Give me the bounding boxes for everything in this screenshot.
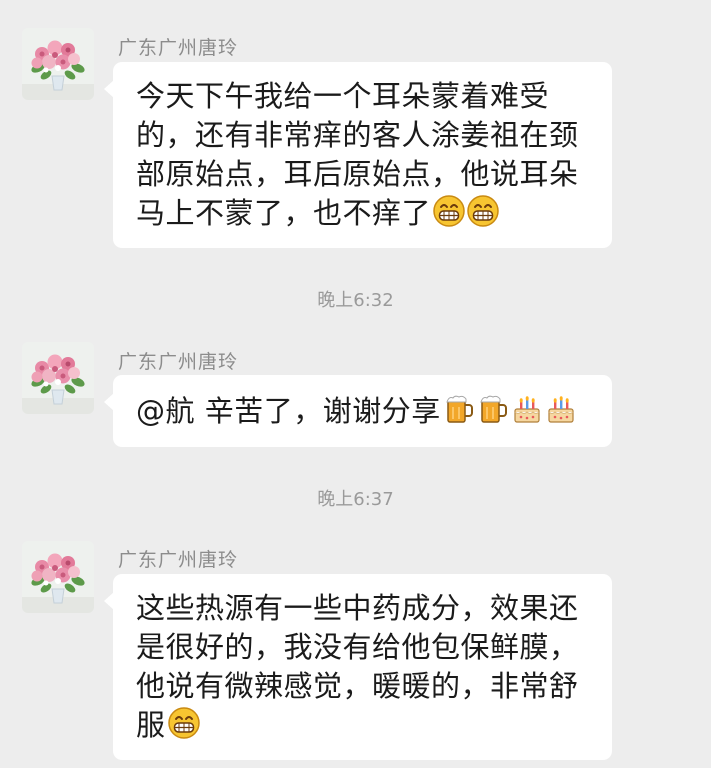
sender-name: 广东广州唐玲 <box>118 37 239 59</box>
message-line: 是很好的，我没有给他包保鲜膜， <box>136 630 579 664</box>
message-bubble[interactable]: 今天下午我给一个耳朵蒙着难受 的，还有非常痒的客人涂姜祖在颈 部原始点，耳后原始… <box>104 62 612 248</box>
sender-name: 广东广州唐玲 <box>118 351 239 373</box>
beer-icon <box>477 393 509 425</box>
avatar[interactable] <box>22 541 94 613</box>
message-line-with-emoji: 服 <box>136 706 590 745</box>
timestamp: 晚上6:32 <box>317 290 394 311</box>
grin-icon <box>467 195 499 227</box>
cake-icon <box>511 393 543 425</box>
message-line-text: 服 <box>136 708 166 742</box>
avatar[interactable] <box>22 28 94 100</box>
message-line-text: @航 辛苦了，谢谢分享 <box>136 394 441 428</box>
message-line: 他说有微辣感觉，暖暖的，非常舒 <box>136 669 579 703</box>
flower-avatar-icon <box>22 342 94 414</box>
cake-icon <box>545 393 577 425</box>
timestamp: 晚上6:37 <box>317 489 394 510</box>
grin-icon <box>433 195 465 227</box>
flower-avatar-icon <box>22 28 94 100</box>
message-bubble[interactable]: @航 辛苦了，谢谢分享 <box>104 375 612 447</box>
message-line: 部原始点，耳后原始点，他说耳朵 <box>136 157 579 191</box>
message-line: 这些热源有一些中药成分，效果还 <box>136 591 579 625</box>
chat-window: 广东广州唐玲 今天下午我给一个耳朵蒙着难受 的，还有非常痒的客人涂姜祖在颈 部原… <box>0 0 711 768</box>
flower-avatar-icon <box>22 541 94 613</box>
avatar[interactable] <box>22 342 94 414</box>
message-line: 今天下午我给一个耳朵蒙着难受 <box>136 79 550 113</box>
message-line-with-emoji: 马上不蒙了，也不痒了 <box>136 194 590 233</box>
sender-name: 广东广州唐玲 <box>118 549 239 571</box>
message-line-with-emoji: @航 辛苦了，谢谢分享 <box>136 392 590 431</box>
beer-icon <box>443 393 475 425</box>
message-bubble[interactable]: 这些热源有一些中药成分，效果还 是很好的，我没有给他包保鲜膜， 他说有微辣感觉，… <box>104 574 612 760</box>
message-line-text: 马上不蒙了，也不痒了 <box>136 196 432 230</box>
message-line: 的，还有非常痒的客人涂姜祖在颈 <box>136 118 579 152</box>
grin-icon <box>168 707 200 739</box>
